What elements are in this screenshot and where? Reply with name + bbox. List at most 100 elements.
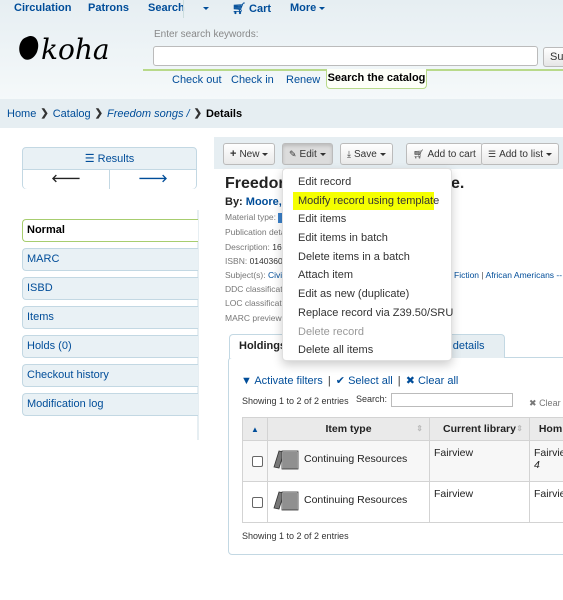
subject-link[interactable]: Civi xyxy=(268,270,282,280)
field-material-type: Material type: xyxy=(225,212,284,223)
entries-info-top: Showing 1 to 2 of 2 entries xyxy=(242,396,349,406)
nav-circulation[interactable]: Circulation xyxy=(14,2,71,14)
nav-search[interactable]: Search xyxy=(148,2,185,14)
search-dropdown-toggle[interactable] xyxy=(200,2,209,14)
caret-down-icon xyxy=(319,152,326,156)
activate-filters-link[interactable]: ▼ Activate filters xyxy=(241,375,323,387)
subject-link[interactable]: Fiction xyxy=(454,270,479,280)
menu-item-edit-as-new[interactable]: Edit as new (duplicate) xyxy=(283,285,451,304)
tab-check-in[interactable]: Check in xyxy=(231,74,274,86)
search-input[interactable] xyxy=(153,46,538,66)
sidebar-item-holds[interactable]: Holds (0) xyxy=(22,335,198,358)
holdings-actions: ▼ Activate filters | ✔ Select all | ✖ Cl… xyxy=(241,375,459,387)
nav-cart-label: Cart xyxy=(249,3,272,15)
nav-cart[interactable]: 🛒︎ Cart xyxy=(232,2,271,15)
results-link[interactable]: ☰ Results xyxy=(23,148,196,170)
column-header-select[interactable]: ▲ xyxy=(242,417,268,441)
add-to-list-button[interactable]: ☰ Add to list xyxy=(481,143,559,165)
tab-renew[interactable]: Renew xyxy=(286,74,320,86)
arrow-left-icon: 🡐 xyxy=(51,173,81,185)
select-cell xyxy=(242,440,268,482)
search-label: Enter search keywords: xyxy=(154,29,259,40)
sidebar-item-checkout-history[interactable]: Checkout history xyxy=(22,364,198,387)
clear-filter-label: Clear xyxy=(539,398,561,408)
caret-down-icon xyxy=(203,6,209,10)
next-result-button[interactable]: 🡒 xyxy=(110,170,196,189)
breadcrumb-record[interactable]: Freedom songs / xyxy=(107,108,190,120)
sidebar-item-items[interactable]: Items xyxy=(22,306,198,329)
tab-holdings[interactable]: Holdings xyxy=(229,334,289,358)
sidebar-item-modification-log[interactable]: Modification log xyxy=(22,393,198,416)
nav-more[interactable]: More xyxy=(290,2,326,14)
field-label: DDC classificat xyxy=(225,284,283,294)
clear-all-label: Clear all xyxy=(417,375,459,387)
menu-item-delete-items-batch[interactable]: Delete items in a batch xyxy=(283,248,451,267)
subject-link[interactable]: African Americans -- xyxy=(486,270,563,280)
field-isbn: ISBN: 0140360 xyxy=(225,256,283,266)
add-to-list-label: Add to list xyxy=(499,149,543,160)
table-search-input[interactable] xyxy=(391,393,513,407)
add-to-cart-button[interactable]: 🛒︎ Add to cart xyxy=(406,143,483,165)
sort-asc-icon: ▲ xyxy=(251,425,259,434)
add-to-cart-label: Add to cart xyxy=(427,149,476,160)
toolbar: + New ✎ Edit ⤓ Save 🛒︎ Add to cart ☰ Add to l… xyxy=(214,137,563,169)
previous-result-button[interactable]: 🡐 xyxy=(23,170,110,189)
continuing-resources-icon xyxy=(273,491,299,511)
row-checkbox[interactable] xyxy=(252,497,263,508)
column-label: Item type xyxy=(325,423,372,435)
continuing-resources-icon xyxy=(273,450,299,470)
menu-item-attach-item[interactable]: Attach item xyxy=(283,266,451,285)
breadcrumb-current: Details xyxy=(205,107,243,120)
menu-item-edit-items-batch[interactable]: Edit items in batch xyxy=(283,229,451,248)
current-library-cell: Fairview xyxy=(429,440,530,482)
new-button[interactable]: + New xyxy=(223,143,276,165)
row-checkbox[interactable] xyxy=(252,456,263,467)
edit-button[interactable]: ✎ Edit xyxy=(282,143,333,165)
tab-search-catalog[interactable]: Search the catalog xyxy=(326,69,427,89)
field-label: ISBN: xyxy=(225,256,248,266)
save-button[interactable]: ⤓ Save xyxy=(340,143,393,165)
save-label: Save xyxy=(353,149,377,160)
field-label: Description: xyxy=(225,242,270,252)
column-header-item-type[interactable]: Item type ⇕ xyxy=(267,417,430,441)
submit-button[interactable]: Sul xyxy=(543,47,563,67)
cart-icon: 🛒︎ xyxy=(413,149,425,159)
holdings-table: ▲ Item type ⇕ Current library ⇕ Hom Contin… xyxy=(242,417,563,523)
breadcrumb: Home ❯ Catalog ❯ Freedom songs / ❯ Detai… xyxy=(0,99,563,128)
chevron-right-icon: ❯ xyxy=(193,108,202,119)
field-value: 16 xyxy=(272,242,282,252)
activate-filters-label: Activate filters xyxy=(254,375,323,387)
item-type-label: Continuing Resources xyxy=(304,453,408,465)
home-library-cell: Fairvie xyxy=(529,481,563,523)
field-label: Subject(s): xyxy=(225,270,266,280)
clear-all-link[interactable]: ✖ Clear all xyxy=(406,375,459,387)
breadcrumb-catalog[interactable]: Catalog xyxy=(53,108,91,120)
field-description: Description: 16 xyxy=(225,242,282,252)
select-cell xyxy=(242,481,268,523)
sidebar-item-marc[interactable]: MARC xyxy=(22,248,198,271)
sidebar-item-isbd[interactable]: ISBD xyxy=(22,277,198,300)
tab-check-out[interactable]: Check out xyxy=(172,74,222,86)
column-header-home-library[interactable]: Hom xyxy=(529,417,563,441)
koha-logo[interactable]: koha xyxy=(17,30,132,66)
sort-icon: ⇕ xyxy=(416,424,423,433)
clear-filter-button[interactable]: ✖ Clear xyxy=(529,398,561,409)
column-header-current-library[interactable]: Current library ⇕ xyxy=(429,417,530,441)
nav-patrons[interactable]: Patrons xyxy=(88,2,129,14)
breadcrumb-home[interactable]: Home xyxy=(7,108,36,120)
item-type-cell: Continuing Resources xyxy=(267,481,430,523)
field-ddc: DDC classificat xyxy=(225,284,283,294)
menu-item-modify-with-template[interactable]: Modify record using template xyxy=(293,191,439,211)
menu-item-edit-items[interactable]: Edit items xyxy=(283,210,451,229)
home-library-cell: Fairvie 4 xyxy=(529,440,563,482)
download-icon: ⤓ xyxy=(347,149,351,159)
sidebar-item-normal[interactable]: Normal xyxy=(22,219,198,242)
menu-item-edit-record[interactable]: Edit record xyxy=(283,173,451,192)
menu-item-delete-record: Delete record xyxy=(298,325,365,338)
field-value: 0140360 xyxy=(249,256,283,266)
home-library-value: Fairvie xyxy=(534,447,563,459)
select-all-link[interactable]: ✔ Select all xyxy=(336,375,393,387)
menu-item-replace-record[interactable]: Replace record via Z39.50/SRU xyxy=(283,304,453,323)
record-title-end: e. xyxy=(451,175,465,192)
menu-item-delete-all-items[interactable]: Delete all items xyxy=(283,341,451,360)
